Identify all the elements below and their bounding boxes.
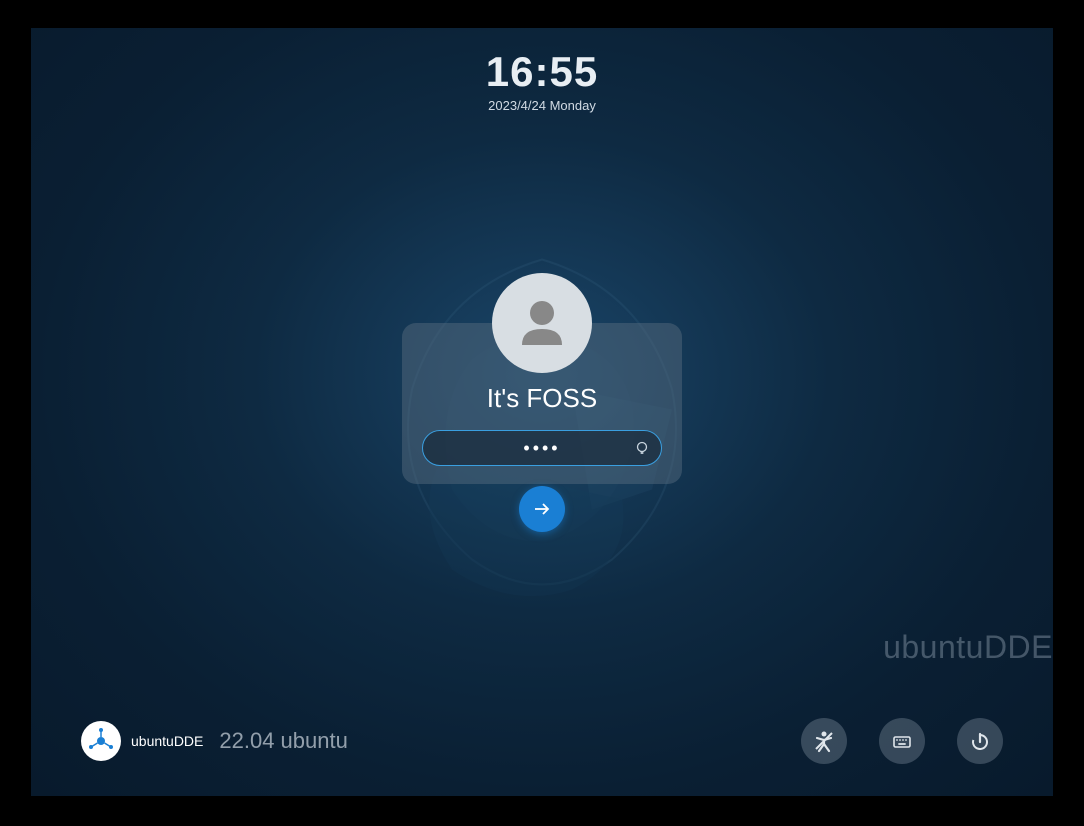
login-submit-button[interactable]: [519, 486, 565, 532]
user-avatar-icon: [512, 293, 572, 353]
clock-time: 16:55: [486, 48, 598, 96]
clock-area: 16:55 2023/4/24 Monday: [486, 48, 598, 113]
distro-info: ubuntuDDE 22.04 ubuntu: [81, 721, 348, 761]
password-hint-button[interactable]: [634, 440, 650, 456]
tray-icons: [801, 718, 1003, 764]
username-label: It's FOSS: [422, 383, 662, 414]
arrow-right-icon: [531, 498, 553, 520]
accessibility-button[interactable]: [801, 718, 847, 764]
lightbulb-icon: [634, 440, 650, 456]
power-icon: [969, 730, 991, 752]
keyboard-icon: [891, 730, 913, 752]
bottom-bar: ubuntuDDE 22.04 ubuntu: [31, 711, 1053, 771]
deepin-logo-icon: [87, 727, 115, 755]
accessibility-icon: [812, 729, 836, 753]
virtual-keyboard-button[interactable]: [879, 718, 925, 764]
login-screen: 16:55 2023/4/24 Monday It's FOSS: [31, 28, 1053, 796]
distro-logo: [81, 721, 121, 761]
password-input[interactable]: [422, 430, 662, 466]
login-card: It's FOSS: [402, 323, 682, 484]
distro-name-label: ubuntuDDE: [131, 733, 203, 749]
distro-version-label: 22.04 ubuntu: [219, 728, 347, 754]
watermark-text: ubuntuDDE: [883, 629, 1053, 666]
power-button[interactable]: [957, 718, 1003, 764]
password-field-wrapper: [422, 430, 662, 466]
clock-date: 2023/4/24 Monday: [486, 98, 598, 113]
user-avatar[interactable]: [492, 273, 592, 373]
